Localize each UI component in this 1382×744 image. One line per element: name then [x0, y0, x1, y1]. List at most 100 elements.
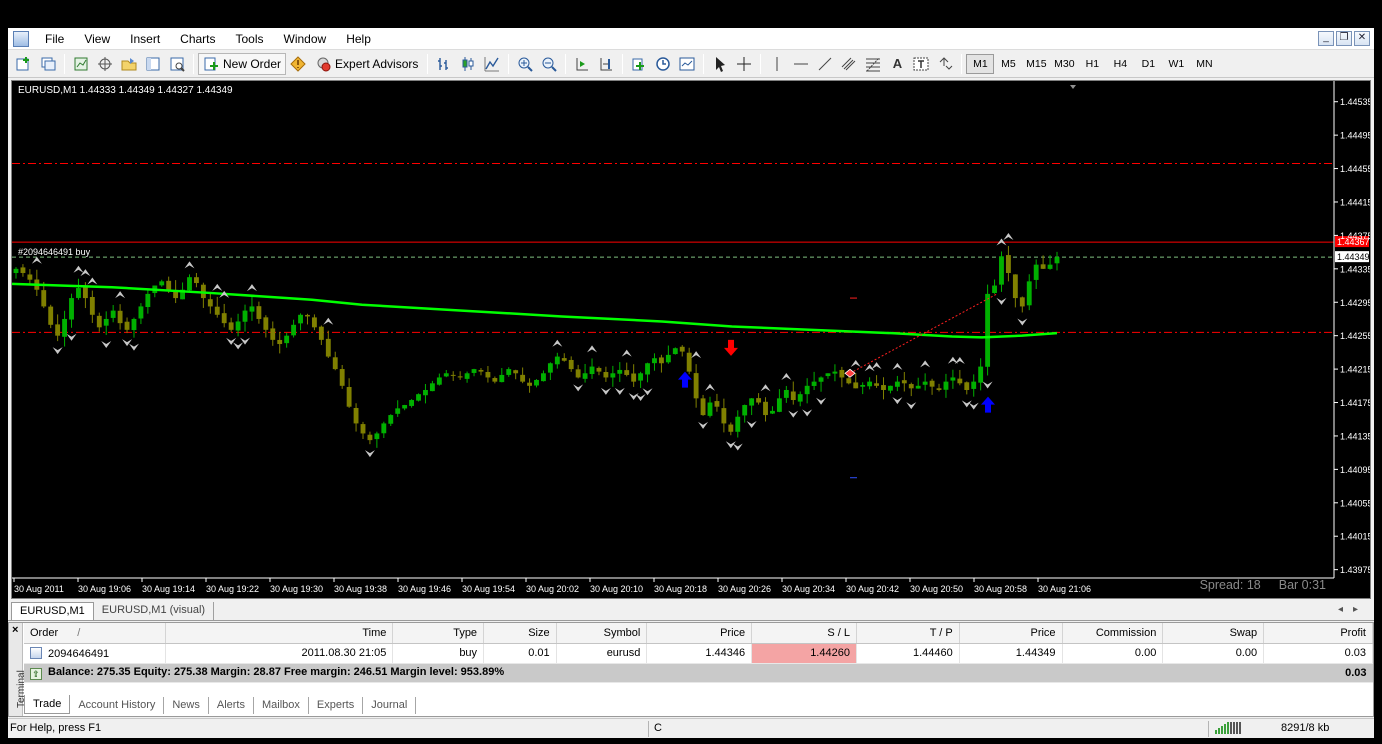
auto-scroll-icon[interactable]	[570, 53, 594, 75]
column-swap[interactable]: Swap	[1162, 623, 1265, 644]
column-order[interactable]: Order /	[24, 623, 166, 644]
timeframe-h4[interactable]: H4	[1106, 54, 1134, 74]
menu-help[interactable]: Help	[336, 29, 381, 49]
timeframe-m5[interactable]: M5	[994, 54, 1022, 74]
candle-body	[1005, 255, 1011, 274]
close-icon[interactable]: ✕	[1354, 31, 1370, 46]
column-commission[interactable]: Commission	[1062, 623, 1164, 644]
market-watch-icon[interactable]	[69, 53, 93, 75]
time-tick-label: 30 Aug 20:18	[654, 584, 707, 594]
expert-advisors-button[interactable]: Expert Advisors	[310, 53, 423, 75]
column-price[interactable]: Price	[646, 623, 753, 644]
toolbar-separator	[508, 53, 510, 74]
tab-scroll-arrows[interactable]: ◂▸	[1338, 604, 1368, 615]
zoom-out-icon[interactable]	[537, 53, 561, 75]
connection-bars-icon	[1215, 722, 1241, 734]
tab-journal[interactable]: Journal	[363, 697, 417, 714]
timeframe-w1[interactable]: W1	[1162, 54, 1190, 74]
table-row[interactable]: 2094646491 2011.08.30 21:05 buy 0.01 eur…	[24, 643, 1373, 664]
column-current-price[interactable]: Price	[959, 623, 1063, 644]
menu-window[interactable]: Window	[274, 29, 337, 49]
profiles-icon[interactable]	[36, 53, 60, 75]
fractal-up-mark	[587, 345, 598, 353]
column-time[interactable]: Time	[165, 623, 394, 644]
trendline-icon[interactable]	[813, 53, 837, 75]
menu-charts[interactable]: Charts	[170, 29, 225, 49]
column-type[interactable]: Type	[392, 623, 485, 644]
tab-alerts[interactable]: Alerts	[209, 697, 254, 714]
candle-body	[360, 424, 366, 434]
menu-file[interactable]: File	[35, 29, 74, 49]
timeframe-m30[interactable]: M30	[1050, 54, 1078, 74]
strategy-tester-icon[interactable]	[165, 53, 189, 75]
candle-body	[999, 256, 1004, 285]
fractal-down-mark	[1017, 318, 1028, 326]
text-label-icon[interactable]	[909, 53, 933, 75]
timeframe-m15[interactable]: M15	[1022, 54, 1050, 74]
candle-body	[159, 281, 165, 286]
indicators-icon[interactable]	[627, 53, 651, 75]
chart-tab-eurusd[interactable]: EURUSD,M1	[11, 602, 94, 620]
tab-experts[interactable]: Experts	[309, 697, 364, 714]
new-chart-icon[interactable]	[12, 53, 36, 75]
menu-tools[interactable]: Tools	[226, 29, 274, 49]
terminal-sidebar: × Terminal	[9, 623, 27, 716]
terminal-icon[interactable]	[141, 53, 165, 75]
metaeditor-icon[interactable]	[286, 53, 310, 75]
line-chart-icon[interactable]	[480, 53, 504, 75]
column-sl[interactable]: S / L	[751, 623, 857, 644]
arrows-icon[interactable]	[933, 53, 957, 75]
candle-body	[311, 317, 317, 328]
column-profit[interactable]: Profit	[1263, 623, 1373, 644]
fractal-up-mark	[87, 277, 98, 285]
equidistant-channel-icon[interactable]	[837, 53, 861, 75]
column-size[interactable]: Size	[483, 623, 557, 644]
candle-body	[423, 389, 428, 396]
crosshair-icon[interactable]	[732, 53, 756, 75]
timeframe-mn[interactable]: MN	[1190, 54, 1218, 74]
bar-chart-icon[interactable]	[432, 53, 456, 75]
column-symbol[interactable]: Symbol	[556, 623, 648, 644]
candlestick-chart-icon[interactable]	[456, 53, 480, 75]
new-order-button[interactable]: New Order	[198, 52, 287, 75]
close-icon[interactable]: ×	[12, 624, 18, 636]
zoom-in-icon[interactable]	[513, 53, 537, 75]
timeframe-m1[interactable]: M1	[966, 53, 995, 74]
chart-canvas[interactable]: #2094646491 buy1.443671.44349 1.445351.4…	[12, 81, 1370, 598]
text-icon[interactable]: A	[885, 53, 909, 75]
horizontal-line-icon[interactable]	[789, 53, 813, 75]
navigator-icon[interactable]	[117, 53, 141, 75]
fibonacci-icon[interactable]	[861, 53, 885, 75]
tab-mailbox[interactable]: Mailbox	[254, 697, 309, 714]
data-window-icon[interactable]	[93, 53, 117, 75]
chart-shift-marker	[1070, 85, 1076, 89]
chart-shift-icon[interactable]	[594, 53, 618, 75]
periods-icon[interactable]	[651, 53, 675, 75]
vertical-line-icon[interactable]	[765, 53, 789, 75]
tab-news[interactable]: News	[164, 697, 209, 714]
menu-insert[interactable]: Insert	[120, 29, 170, 49]
fractal-down-mark	[600, 387, 611, 395]
tab-account-history[interactable]: Account History	[70, 697, 165, 714]
candle-body	[110, 310, 116, 318]
chart-tab-eurusd-visual[interactable]: EURUSD,M1 (visual)	[94, 602, 215, 620]
bar-timer: Bar 0:31	[1278, 578, 1326, 592]
price-chart[interactable]: #2094646491 buy 1.44367 1.44349 1.44535 1.4…	[11, 80, 1371, 599]
timeframe-d1[interactable]: D1	[1134, 54, 1162, 74]
timeframe-h1[interactable]: H1	[1078, 54, 1106, 74]
candle-body	[749, 398, 755, 406]
candle-body	[714, 401, 720, 407]
minimize-icon[interactable]: _	[1318, 31, 1334, 46]
toolbar-separator	[760, 53, 762, 74]
cursor-icon[interactable]	[708, 53, 732, 75]
toolbar-separator	[193, 53, 194, 74]
restore-icon[interactable]: ❐	[1336, 31, 1352, 46]
candle-body	[478, 369, 484, 372]
menu-view[interactable]: View	[74, 29, 120, 49]
column-tp[interactable]: T / P	[856, 623, 960, 644]
fractal-up-mark	[705, 383, 715, 391]
price-tick-label: 1.43975	[1340, 565, 1370, 575]
templates-icon[interactable]	[675, 53, 699, 75]
tab-trade[interactable]: Trade	[24, 695, 71, 714]
price-tick-label: 1.44375	[1340, 231, 1370, 241]
